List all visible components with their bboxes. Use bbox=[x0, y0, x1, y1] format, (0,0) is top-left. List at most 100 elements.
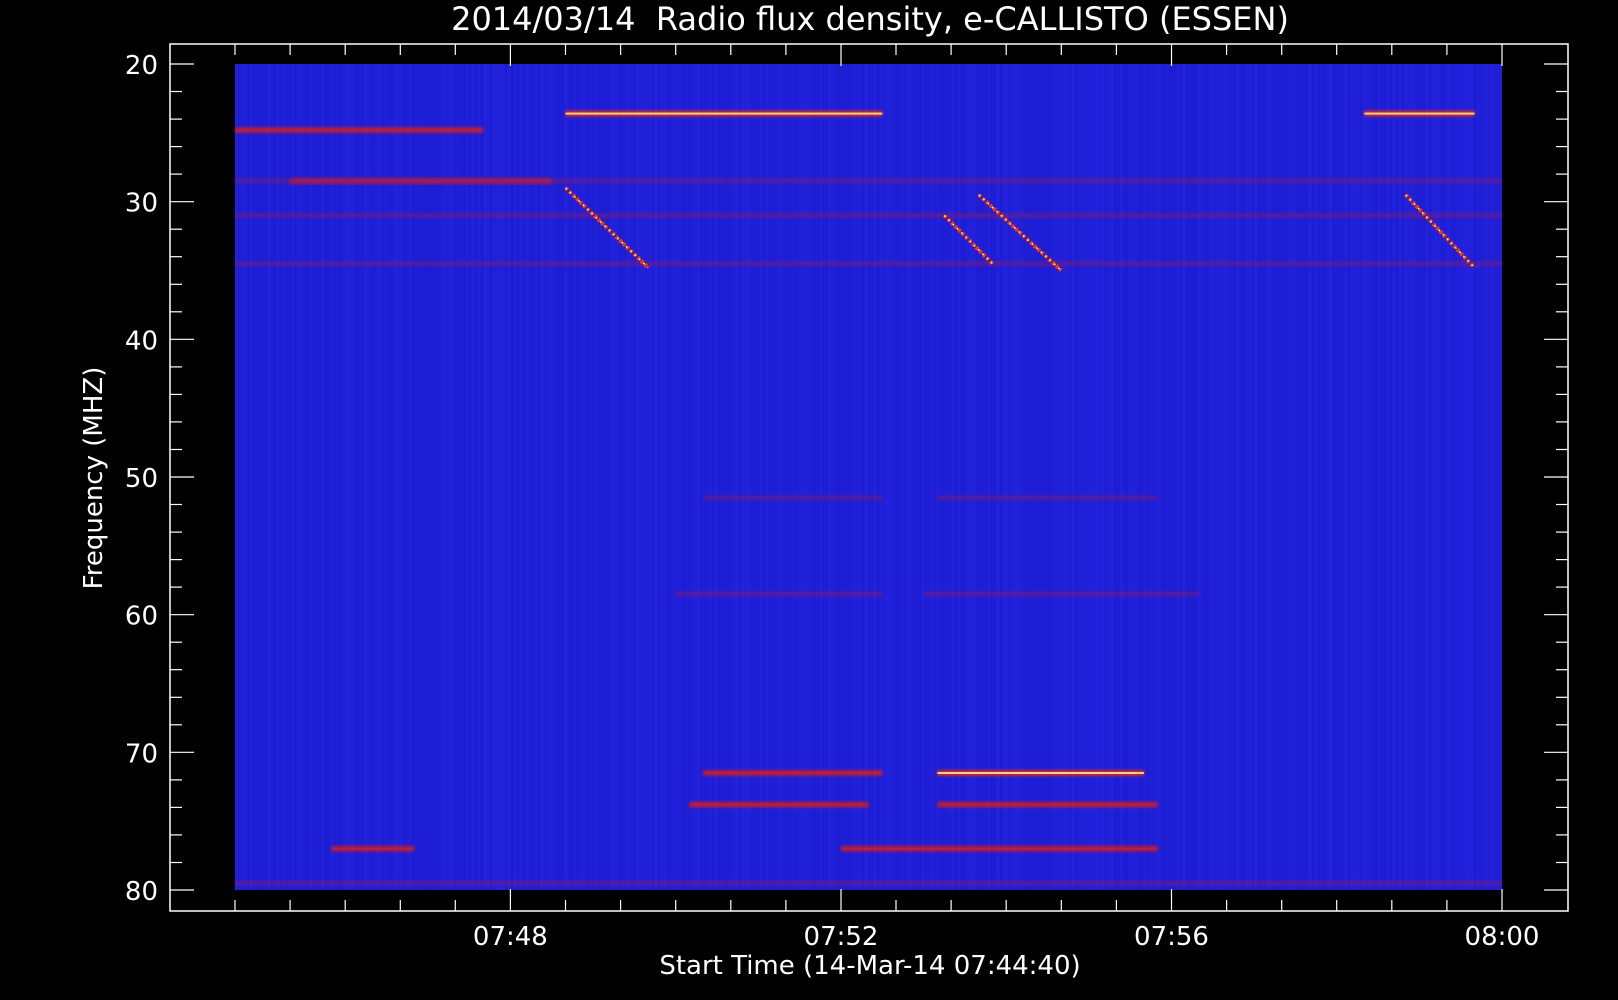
texture-stripe bbox=[1210, 64, 1212, 890]
texture-stripe bbox=[1408, 64, 1410, 890]
texture-stripe bbox=[1060, 64, 1062, 890]
texture-stripe bbox=[814, 64, 816, 890]
texture-stripe bbox=[460, 64, 462, 890]
texture-stripe bbox=[697, 64, 699, 890]
texture-stripe bbox=[373, 64, 375, 890]
texture-stripe bbox=[265, 64, 267, 890]
texture-stripe bbox=[640, 64, 642, 890]
texture-stripe bbox=[1282, 64, 1284, 890]
texture-stripe bbox=[1498, 64, 1500, 890]
texture-stripe bbox=[628, 64, 630, 890]
texture-stripe bbox=[1120, 64, 1122, 890]
texture-stripe bbox=[901, 64, 903, 890]
emission-band bbox=[235, 213, 1502, 218]
texture-stripe bbox=[1276, 64, 1278, 890]
texture-stripe bbox=[1384, 64, 1386, 890]
texture-stripe bbox=[313, 64, 315, 890]
chart-title: 2014/03/14 Radio flux density, e-CALLIST… bbox=[451, 0, 1289, 38]
texture-stripe bbox=[1117, 64, 1119, 890]
texture-stripe bbox=[892, 64, 894, 890]
texture-stripe bbox=[1012, 64, 1014, 890]
texture-stripe bbox=[340, 64, 342, 890]
texture-stripe bbox=[703, 64, 705, 890]
emission-band bbox=[675, 592, 883, 596]
texture-stripe bbox=[421, 64, 423, 890]
texture-stripe bbox=[1081, 64, 1083, 890]
texture-stripe bbox=[1465, 64, 1467, 890]
texture-stripe bbox=[1102, 64, 1104, 890]
texture-stripe bbox=[1426, 64, 1428, 890]
texture-stripe bbox=[808, 64, 810, 890]
texture-stripe bbox=[328, 64, 330, 890]
texture-stripe bbox=[1195, 64, 1197, 890]
texture-stripe bbox=[898, 64, 900, 890]
texture-stripe bbox=[1354, 64, 1356, 890]
texture-stripe bbox=[787, 64, 789, 890]
texture-stripe bbox=[1039, 64, 1041, 890]
texture-stripe bbox=[841, 64, 843, 890]
texture-stripe bbox=[1075, 64, 1077, 890]
texture-stripe bbox=[1363, 64, 1365, 890]
texture-stripe bbox=[592, 64, 594, 890]
x-tick-label: 07:52 bbox=[804, 922, 879, 952]
texture-stripe bbox=[1501, 64, 1503, 890]
texture-stripe bbox=[1318, 64, 1320, 890]
texture-stripe bbox=[811, 64, 813, 890]
texture-stripe bbox=[844, 64, 846, 890]
texture-stripe bbox=[1492, 64, 1494, 890]
texture-stripe bbox=[364, 64, 366, 890]
texture-stripe bbox=[622, 64, 624, 890]
texture-stripe bbox=[856, 64, 858, 890]
texture-stripe bbox=[331, 64, 333, 890]
texture-stripe bbox=[1264, 64, 1266, 890]
texture-stripe bbox=[1390, 64, 1392, 890]
texture-stripe bbox=[550, 64, 552, 890]
texture-stripe bbox=[775, 64, 777, 890]
texture-stripe bbox=[259, 64, 261, 890]
texture-stripe bbox=[307, 64, 309, 890]
texture-stripe bbox=[286, 64, 288, 890]
texture-stripe bbox=[538, 64, 540, 890]
texture-stripe bbox=[661, 64, 663, 890]
texture-stripe bbox=[1099, 64, 1101, 890]
texture-stripe bbox=[955, 64, 957, 890]
texture-stripe bbox=[817, 64, 819, 890]
texture-stripe bbox=[1063, 64, 1065, 890]
texture-stripe bbox=[1201, 64, 1203, 890]
texture-stripe bbox=[571, 64, 573, 890]
texture-stripe bbox=[1072, 64, 1074, 890]
texture-stripe bbox=[430, 64, 432, 890]
texture-stripe bbox=[754, 64, 756, 890]
texture-stripe bbox=[1135, 64, 1137, 890]
texture-stripe bbox=[838, 64, 840, 890]
texture-stripe bbox=[745, 64, 747, 890]
texture-stripe bbox=[985, 64, 987, 890]
texture-stripe bbox=[769, 64, 771, 890]
texture-stripe bbox=[1246, 64, 1248, 890]
texture-stripe bbox=[1093, 64, 1095, 890]
texture-stripe bbox=[562, 64, 564, 890]
texture-stripe bbox=[466, 64, 468, 890]
texture-stripe bbox=[505, 64, 507, 890]
texture-stripe bbox=[895, 64, 897, 890]
texture-stripe bbox=[778, 64, 780, 890]
texture-stripe bbox=[676, 64, 678, 890]
texture-stripe bbox=[1015, 64, 1017, 890]
texture-stripe bbox=[1303, 64, 1305, 890]
texture-stripe bbox=[1183, 64, 1185, 890]
texture-stripe bbox=[472, 64, 474, 890]
texture-stripe bbox=[865, 64, 867, 890]
texture-stripe bbox=[709, 64, 711, 890]
texture-stripe bbox=[301, 64, 303, 890]
texture-stripe bbox=[1339, 64, 1341, 890]
emission-band bbox=[923, 592, 1199, 596]
texture-stripe bbox=[1399, 64, 1401, 890]
texture-stripe bbox=[871, 64, 873, 890]
x-tick-label: 07:56 bbox=[1134, 922, 1209, 952]
texture-stripe bbox=[1255, 64, 1257, 890]
texture-stripe bbox=[1000, 64, 1002, 890]
y-tick-label: 20 bbox=[125, 51, 158, 81]
y-tick-label: 60 bbox=[125, 602, 158, 632]
texture-stripe bbox=[715, 64, 717, 890]
texture-stripe bbox=[637, 64, 639, 890]
